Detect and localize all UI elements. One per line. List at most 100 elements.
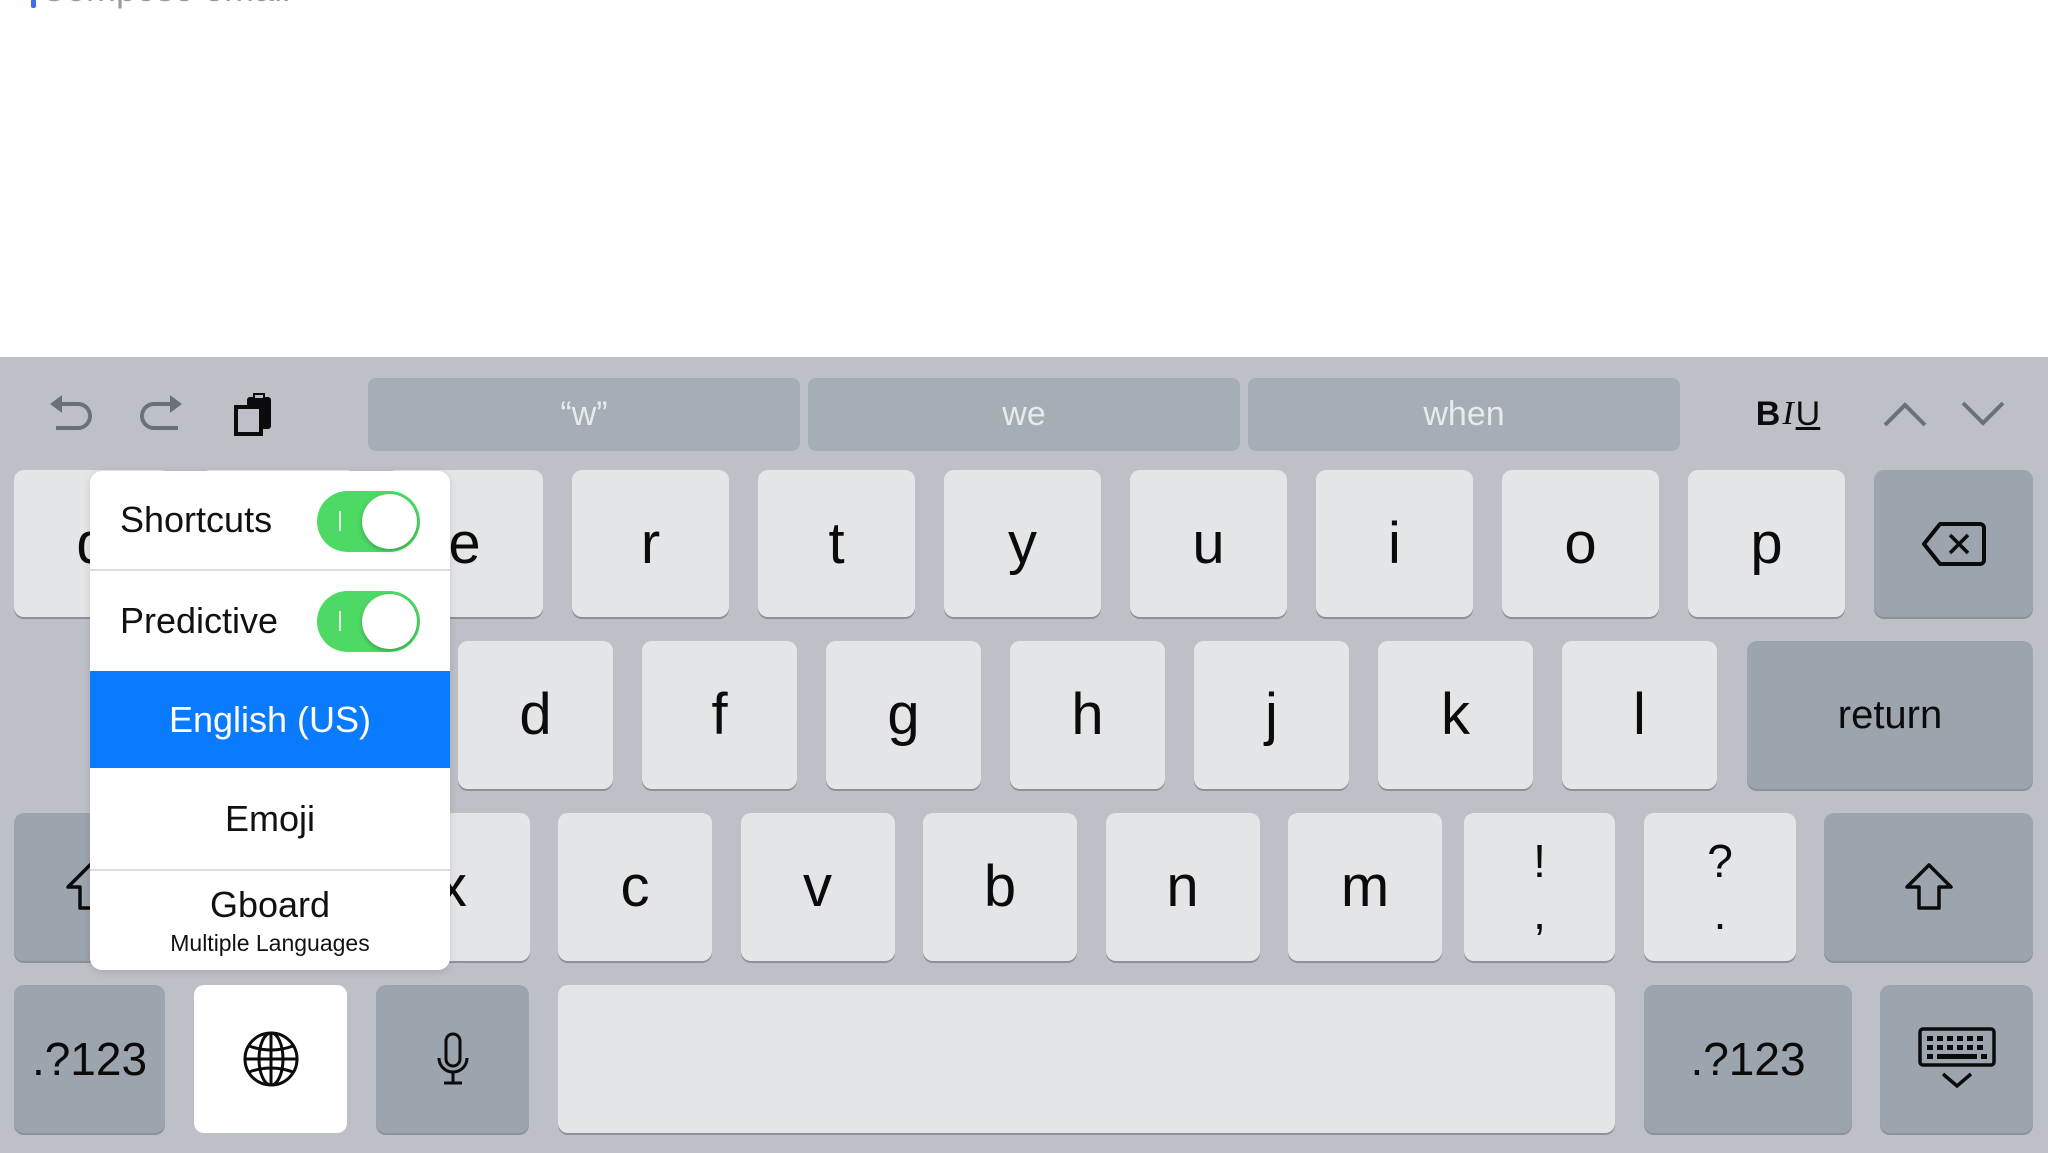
numbers-label: .?123	[1690, 1033, 1806, 1085]
key-label: f	[711, 682, 728, 747]
key-v[interactable]: v	[740, 813, 895, 961]
key-g[interactable]: g	[826, 641, 981, 789]
key-question-period[interactable]: ? .	[1644, 813, 1796, 961]
key-l[interactable]: l	[1562, 641, 1717, 789]
undo-arrow-icon	[50, 395, 92, 430]
key-b[interactable]: b	[923, 813, 1077, 961]
key-u[interactable]: u	[1130, 470, 1287, 617]
key-label: n	[1166, 854, 1199, 919]
key-k[interactable]: k	[1378, 641, 1533, 789]
chevron-down-icon	[1961, 401, 2005, 426]
key-label: r	[640, 510, 661, 576]
microphone-icon	[437, 1032, 468, 1085]
paste-button[interactable]	[230, 388, 280, 440]
keyboard-switcher-popup: Shortcuts Predictive English (US) Emoji …	[90, 471, 450, 970]
key-label: v	[803, 854, 832, 919]
keyboard-option-label: Gboard	[209, 884, 331, 925]
key-label: p	[1750, 510, 1783, 576]
globe-icon	[243, 1031, 298, 1087]
key-exclamation-comma[interactable]: ! ,	[1464, 813, 1615, 961]
key-label: u	[1192, 510, 1225, 576]
exclamation-comma-labels: ! ,	[1533, 835, 1546, 939]
key-label: o	[1564, 510, 1597, 576]
shortcuts-label: Shortcuts	[120, 499, 273, 540]
key-r[interactable]: r	[572, 470, 729, 617]
toggle-on-mark	[339, 611, 341, 631]
keyboard-option-sublabel: Multiple Languages	[170, 930, 370, 956]
key-label: t	[828, 510, 845, 576]
key-j[interactable]: j	[1194, 641, 1349, 789]
dismiss-keyboard-key[interactable]	[1880, 985, 2033, 1133]
toggle-knob	[362, 494, 417, 549]
keyboard-option-label: Emoji	[224, 797, 316, 839]
key-p[interactable]: p	[1688, 470, 1845, 617]
shortcuts-toggle[interactable]	[317, 491, 420, 552]
question-period-labels: ? .	[1707, 835, 1733, 939]
key-label: d	[519, 682, 552, 747]
redo-button[interactable]	[134, 390, 186, 438]
key-label: j	[1265, 682, 1278, 747]
backspace-icon	[1921, 521, 1986, 566]
key-label: c	[620, 854, 650, 919]
key-n[interactable]: n	[1105, 813, 1260, 961]
suggestion-1[interactable]: “w”	[368, 378, 800, 451]
return-key[interactable]: return	[1747, 641, 2033, 789]
key-m[interactable]: m	[1288, 813, 1442, 961]
underline-label: U	[1795, 394, 1821, 433]
key-label: b	[983, 854, 1017, 919]
key-top-label: !	[1533, 835, 1546, 887]
key-label: k	[1441, 682, 1470, 747]
keyboard-option-emoji[interactable]: Emoji	[90, 768, 450, 871]
numbers-key-left[interactable]: .?123	[14, 985, 165, 1133]
key-label: g	[887, 682, 920, 747]
italic-label: I	[1782, 395, 1794, 432]
space-bar[interactable]	[558, 985, 1615, 1133]
next-field-button[interactable]	[1958, 394, 2008, 434]
key-i[interactable]: i	[1316, 470, 1473, 617]
key-h[interactable]: h	[1010, 641, 1165, 789]
format-biu-button[interactable]: B I U	[1752, 388, 1824, 440]
chevron-up-icon	[1883, 402, 1927, 427]
predictive-toggle[interactable]	[317, 591, 420, 652]
bold-label: B	[1755, 394, 1781, 433]
globe-key[interactable]	[194, 985, 347, 1133]
redo-arrow-icon	[140, 395, 182, 430]
suggestion-3[interactable]: when	[1248, 378, 1680, 451]
shift-arrow-icon	[1904, 863, 1953, 910]
predictive-label: Predictive	[120, 600, 279, 641]
key-t[interactable]: t	[758, 470, 915, 617]
keyboard-option-gboard[interactable]: Gboard Multiple Languages	[90, 871, 450, 970]
undo-button[interactable]	[46, 390, 98, 438]
clipboard-paste-icon	[234, 393, 271, 436]
suggestion-2[interactable]: we	[808, 378, 1240, 451]
backspace-key[interactable]	[1874, 470, 2033, 617]
key-f[interactable]: f	[642, 641, 797, 789]
previous-field-button[interactable]	[1880, 394, 1930, 434]
toggle-knob	[362, 594, 417, 649]
compose-placeholder: Compose email	[40, 0, 290, 8]
keyboard-dismiss-icon	[1917, 1027, 1996, 1089]
predictive-row: Predictive	[90, 571, 450, 671]
keyboard-option-english[interactable]: English (US)	[90, 671, 450, 768]
numbers-key-right[interactable]: .?123	[1644, 985, 1852, 1133]
key-label: h	[1071, 682, 1104, 747]
numbers-label: .?123	[31, 1033, 148, 1085]
key-label: l	[1633, 682, 1646, 747]
key-o[interactable]: o	[1502, 470, 1659, 617]
key-label: e	[448, 510, 481, 576]
toggle-on-mark	[339, 511, 341, 531]
keyboard-option-label: English (US)	[168, 698, 372, 740]
return-label: return	[1837, 693, 1943, 737]
key-label: i	[1388, 510, 1401, 576]
text-cursor	[31, 0, 36, 8]
key-d[interactable]: d	[458, 641, 613, 789]
key-top-label: ?	[1707, 835, 1733, 887]
compose-area[interactable]: Compose email	[0, 0, 2048, 357]
key-label: m	[1340, 854, 1390, 919]
key-y[interactable]: y	[944, 470, 1101, 617]
shift-right-key[interactable]	[1824, 813, 2033, 961]
key-c[interactable]: c	[558, 813, 712, 961]
shortcuts-row: Shortcuts	[90, 471, 450, 571]
microphone-key[interactable]	[376, 985, 529, 1133]
key-bottom-label: .	[1713, 887, 1727, 939]
